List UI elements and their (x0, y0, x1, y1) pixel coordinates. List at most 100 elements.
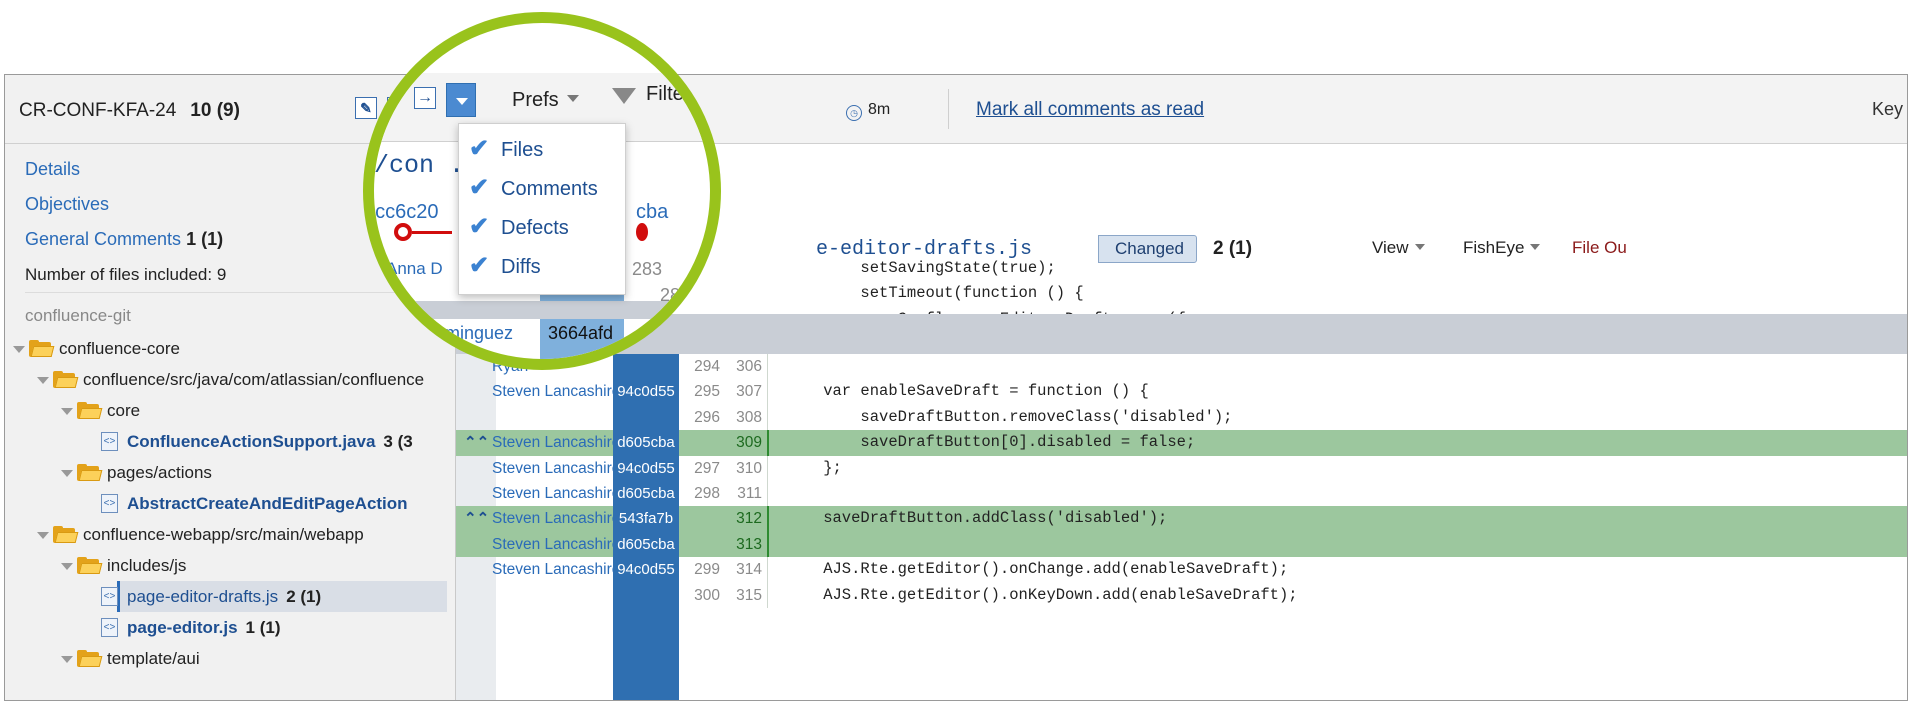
tree-file-label: page-editor.js 1 (1) (127, 612, 281, 643)
diff-line: ⌃⌃ Steven Lancashire 543fa7b 312 saveDraftB… (456, 506, 1907, 532)
file-comment-count: 3 (3 (383, 432, 413, 451)
author-name[interactable]: Steven Lancashire (492, 536, 620, 554)
author-name[interactable]: Steven Lancashire (492, 485, 620, 503)
new-line-number: 311 (737, 485, 762, 502)
double-chevron-up-icon[interactable]: ⌃⌃ (464, 509, 489, 527)
author-name[interactable]: Steven Lancashire (492, 561, 620, 579)
tree-file[interactable]: <> page-editor-drafts.js 2 (1) (5, 581, 455, 612)
elapsed-time-value: 8m (868, 101, 891, 118)
expand-triangle-icon[interactable] (61, 470, 73, 477)
gutter-divider (767, 557, 768, 583)
tree-folder[interactable]: confluence/src/java/com/atlassian/conflu… (5, 364, 455, 395)
tree-folder-label: core (107, 401, 141, 420)
chevron-down-icon (1414, 244, 1425, 250)
revision-hash-left[interactable]: 2cc6c20 (374, 201, 439, 224)
commit-hash[interactable]: 94c0d55 (613, 455, 679, 481)
folder-icon (53, 526, 79, 543)
tree-folder[interactable]: includes/js (5, 550, 455, 581)
new-line-number: 310 (736, 459, 762, 477)
tree-file-label: ConfluenceActionSupport.java 3 (3 (127, 426, 413, 457)
expand-triangle-icon[interactable] (37, 532, 49, 539)
tree-file[interactable]: <> AbstractCreateAndEditPageAction (5, 488, 455, 519)
file-comment-count: 2 (1) (286, 587, 322, 606)
diff-line: Steven Lancashire 94c0d55 297 310 }; (456, 455, 1907, 481)
tree-folder[interactable]: core (5, 395, 455, 426)
next-arrow-icon[interactable]: → (414, 87, 436, 109)
old-line-number: 300 (694, 586, 720, 604)
expand-triangle-icon[interactable] (13, 346, 25, 353)
diff-line: 300 315 AJS.Rte.getEditor().onKeyDown.add… (456, 582, 1907, 608)
code-line: saveDraftButton.removeClass('disabled'); (786, 407, 1233, 426)
gutter-divider (767, 582, 768, 608)
diff-line: Steven Lancashire d605cba 298 311 (456, 481, 1907, 507)
filter-label: Filte (646, 83, 684, 105)
menu-item-diffs[interactable]: ✔ Diffs (469, 251, 541, 281)
check-icon: ✔ (469, 252, 490, 279)
file-icon: <> (101, 618, 118, 637)
author-name[interactable]: Dominguez (422, 323, 513, 344)
revision-hash-right[interactable]: cba (636, 201, 668, 224)
commit-hash[interactable]: 94c0d55 (613, 379, 679, 405)
commit-hash[interactable]: d605cba (613, 481, 679, 507)
gutter-divider (767, 354, 768, 380)
tree-file[interactable]: <> ConfluenceActionSupport.java 3 (3 (5, 426, 455, 457)
tree-folder[interactable]: pages/actions (5, 457, 455, 488)
commit-hash[interactable]: 94c0d55 (613, 557, 679, 583)
review-count: 10 (9) (190, 100, 240, 121)
prefs-label: Prefs (512, 89, 559, 111)
commit-hash[interactable]: d605cba (613, 430, 679, 456)
author-name[interactable]: Steven Lancashire (492, 383, 620, 401)
commit-hash[interactable]: d605cba (613, 531, 679, 558)
gutter-divider (767, 430, 769, 456)
menu-item-comments[interactable]: ✔ Comments (469, 173, 598, 203)
review-window: CR-CONF-KFA-2410 (9) ✎ + ⇤ Details Objec… (4, 74, 1908, 701)
file-name-label: page-editor-drafts.js (127, 587, 279, 606)
general-comments-count: 1 (1) (186, 229, 224, 249)
expand-triangle-icon[interactable] (61, 563, 73, 570)
expand-triangle-icon[interactable] (61, 408, 73, 415)
author-name[interactable]: Steven Lancashire (492, 510, 620, 528)
author-name[interactable]: Ryan (422, 345, 455, 359)
new-line-number: 308 (736, 408, 762, 426)
mark-all-read-link[interactable]: Mark all comments as read (976, 99, 1204, 121)
tree-folder-label: pages/actions (107, 463, 212, 482)
double-chevron-up-icon[interactable]: ⌃⌃ (464, 433, 489, 451)
tree-file[interactable]: <> page-editor.js 1 (1) (5, 612, 455, 643)
code-line: setSavingState(true); (786, 259, 1056, 277)
view-options-dropdown[interactable] (446, 83, 476, 117)
prefs-menu-button[interactable]: Prefs (512, 89, 579, 112)
prefs-dropdown-menu: ✔ Files ✔ Comments ✔ Defects ✔ Diffs (458, 123, 626, 295)
collapsed-lines-fold (374, 301, 710, 319)
commit-hash[interactable]: 3664afd (548, 323, 613, 344)
old-line-number: 299 (694, 561, 720, 579)
file-name-label: page-editor.js (127, 618, 238, 637)
menu-item-defects[interactable]: ✔ Defects (469, 212, 569, 242)
chevron-down-icon (1530, 244, 1541, 250)
menu-item-files[interactable]: ✔ Files (469, 134, 543, 164)
menu-item-label: Comments (501, 178, 598, 200)
new-line-number: 312 (736, 510, 762, 528)
tree-folder[interactable]: confluence-webapp/src/main/webapp (5, 519, 455, 550)
new-line-number: 306 (736, 358, 762, 375)
author-name[interactable]: Anna D (386, 259, 443, 279)
diff-line: ⌃⌃ Steven Lancashire d605cba 309 saveDraftB… (456, 430, 1907, 456)
key-button[interactable]: Key (1872, 99, 1903, 120)
revision-slider-handle[interactable] (394, 223, 412, 241)
diff-line: Steven Lancashire 94c0d55 295 307 var enabl… (456, 379, 1907, 405)
author-name[interactable]: Steven Lancashire (492, 460, 620, 478)
expand-triangle-icon[interactable] (61, 656, 73, 663)
commit-hash[interactable]: 543fa7b (613, 506, 679, 532)
folder-icon (29, 340, 55, 357)
new-line-number: 313 (736, 535, 762, 553)
tree-folder[interactable]: template/aui (5, 643, 455, 674)
line-number: 283 (632, 259, 663, 279)
expand-triangle-icon[interactable] (37, 377, 49, 384)
toolbar-divider (948, 89, 949, 129)
author-name[interactable]: Steven Lancashire (492, 434, 620, 452)
code-line: setTimeout(function () { (786, 284, 1084, 303)
filter-button[interactable]: Filte (612, 83, 684, 106)
file-name-label: ConfluenceActionSupport.java (127, 432, 376, 451)
revision-slider-handle-end[interactable] (636, 223, 648, 241)
general-comments-label: General Comments (25, 229, 182, 249)
gutter-divider (767, 531, 769, 558)
